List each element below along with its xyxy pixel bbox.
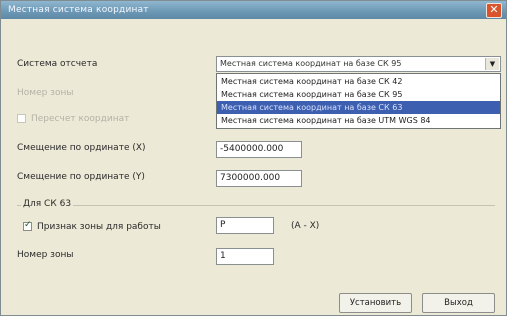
system-combo[interactable]: Местная система координат на базе СК 95 … [216,56,501,72]
system-combo-value: Местная система координат на базе СК 95 [220,59,402,68]
group-divider [17,205,495,206]
coordinate-system-dialog: Местная система координат ✕ Система отсч… [0,0,507,316]
offset-x-label: Смещение по ординате (X) [17,143,146,153]
close-icon[interactable]: ✕ [486,3,502,18]
zone-letter-label: Признак зоны для работы [37,222,161,232]
dropdown-option[interactable]: Местная система координат на базе UTM WG… [217,114,500,127]
zone-number-label-disabled: Номер зоны [17,88,74,98]
zone-letter-checkbox[interactable] [23,220,32,231]
dropdown-option[interactable]: Местная система координат на базе СК 95 [217,88,500,101]
title-bar[interactable]: Местная система координат ✕ [1,1,506,19]
dropdown-option-selected[interactable]: Местная система координат на базе СК 63 [217,101,500,114]
recalc-checkbox-disabled [17,114,26,123]
chevron-down-icon[interactable]: ▼ [485,58,499,70]
sk63-group-label: Для СК 63 [21,199,74,209]
zone-number-field[interactable]: 1 [216,248,274,265]
dropdown-option[interactable]: Местная система координат на базе СК 42 [217,75,500,88]
zone-letter-field[interactable]: P [216,217,274,234]
offset-y-field[interactable]: 7300000.000 [216,170,302,187]
system-label: Система отсчета [17,59,98,69]
zone-number-label: Номер зоны [17,250,74,260]
recalc-label-disabled: Пересчет координат [31,114,130,124]
system-dropdown-list[interactable]: Местная система координат на базе СК 42 … [216,73,501,129]
apply-button[interactable]: Установить [339,293,412,313]
offset-x-field[interactable]: -5400000.000 [216,141,302,158]
offset-y-label: Смещение по ординате (Y) [17,172,145,182]
exit-button[interactable]: Выход [422,293,495,313]
window-title: Местная система координат [8,5,149,15]
zone-letter-range: (A - X) [291,221,320,231]
